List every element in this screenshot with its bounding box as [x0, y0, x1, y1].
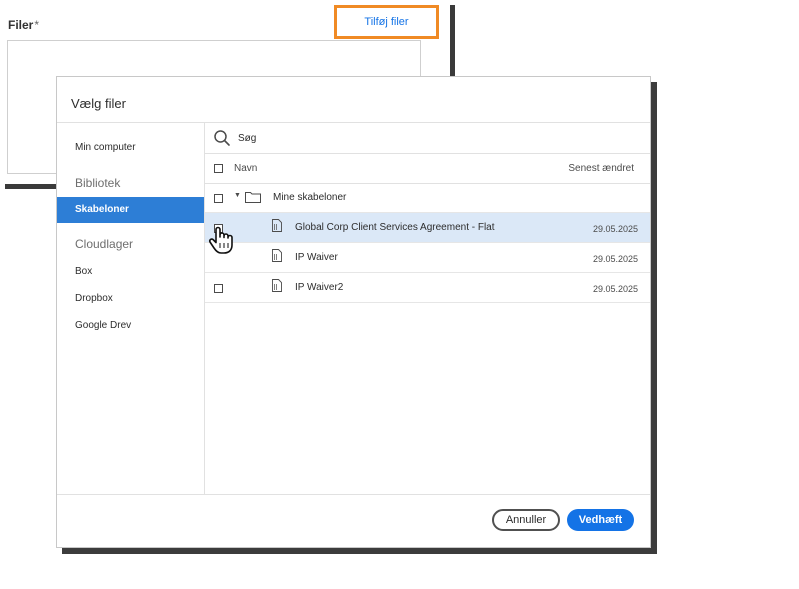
cancel-button[interactable]: Annuller — [492, 509, 560, 531]
caret-down-icon[interactable]: ▼ — [234, 192, 241, 199]
column-modified[interactable]: Senest ændret — [568, 163, 634, 174]
source-sidebar: Min computer Bibliotek Skabeloner Cloudl… — [57, 123, 205, 494]
select-all-checkbox[interactable] — [214, 164, 223, 173]
sidebar-heading-cloud-storage: Cloudlager — [75, 237, 134, 251]
file-name: IP Waiver — [295, 252, 338, 263]
sidebar-item-my-computer[interactable]: Min computer — [57, 135, 204, 161]
search-bar — [205, 123, 650, 154]
document-icon — [272, 249, 282, 262]
sidebar-heading-library: Bibliotek — [75, 176, 121, 190]
folder-name: Mine skabeloner — [273, 192, 347, 203]
document-icon — [272, 219, 282, 232]
folder-checkbox[interactable] — [214, 194, 223, 203]
search-input[interactable] — [238, 129, 618, 147]
column-header: Navn Senest ændret — [205, 153, 650, 184]
sidebar-item-google-drive[interactable]: Google Drev — [57, 313, 204, 339]
file-date: 29.05.2025 — [592, 224, 638, 234]
file-checkbox[interactable] — [214, 284, 223, 293]
choose-files-dialog: Vælg filer Min computer Bibliotek Skabel… — [56, 76, 651, 548]
divider — [57, 494, 650, 495]
required-mark: * — [34, 18, 40, 32]
file-row[interactable]: IP Waiver2 29.05.2025 — [205, 273, 650, 303]
sidebar-item-dropbox[interactable]: Dropbox — [57, 286, 204, 312]
dialog-title: Vælg filer — [71, 96, 126, 111]
file-row[interactable]: IP Waiver 29.05.2025 — [205, 243, 650, 273]
file-row[interactable]: Global Corp Client Services Agreement - … — [205, 213, 650, 254]
sidebar-item-box[interactable]: Box — [57, 259, 204, 285]
column-name[interactable]: Navn — [234, 163, 257, 174]
file-name: Global Corp Client Services Agreement - … — [295, 222, 495, 233]
files-field-label: Filer* — [8, 18, 40, 32]
folder-icon — [245, 192, 261, 203]
file-name: IP Waiver2 — [295, 282, 344, 293]
attach-button[interactable]: Vedhæft — [567, 509, 634, 531]
file-browser: Navn Senest ændret ▼ Mine skabeloner Glo… — [205, 123, 650, 494]
file-date: 29.05.2025 — [592, 284, 638, 294]
file-date: 29.05.2025 — [592, 254, 638, 264]
add-files-link[interactable]: Tilføj filer — [334, 5, 439, 39]
sidebar-item-templates[interactable]: Skabeloner — [57, 197, 204, 223]
document-icon — [272, 279, 282, 292]
folder-row[interactable]: ▼ Mine skabeloner — [205, 183, 650, 213]
search-icon[interactable] — [213, 129, 231, 147]
